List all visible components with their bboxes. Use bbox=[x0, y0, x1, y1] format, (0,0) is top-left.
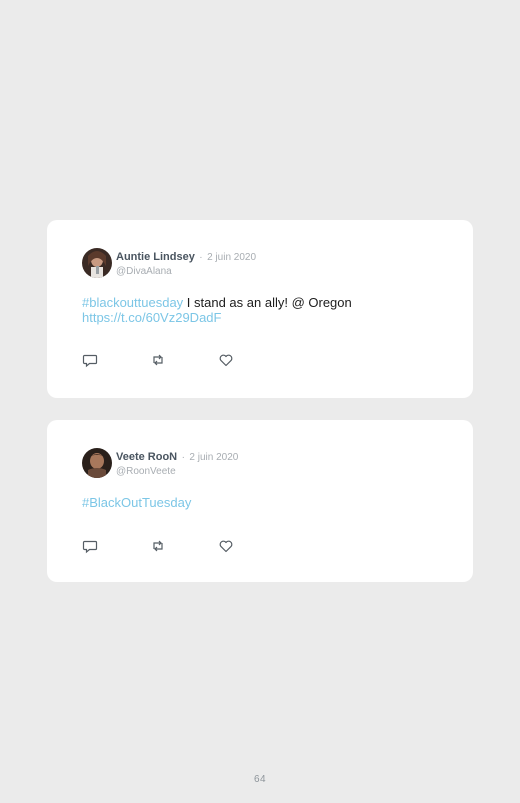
author-handle[interactable]: @RoonVeete bbox=[116, 465, 238, 478]
tweet-header: Auntie Lindsey · 2 juin 2020 @DivaAlana bbox=[116, 249, 256, 278]
page-number: 64 bbox=[253, 774, 267, 785]
tweet-card: Auntie Lindsey · 2 juin 2020 @DivaAlana … bbox=[47, 220, 473, 398]
tweet-date[interactable]: 2 juin 2020 bbox=[207, 252, 256, 263]
hashtag-link[interactable]: #blackouttuesday bbox=[82, 295, 183, 310]
author-name[interactable]: Veete RooN bbox=[116, 451, 177, 463]
tweet-card: Veete RooN · 2 juin 2020 @RoonVeete #Bla… bbox=[47, 420, 473, 582]
avatar[interactable] bbox=[82, 248, 112, 278]
retweet-icon[interactable] bbox=[150, 352, 166, 368]
like-icon[interactable] bbox=[218, 538, 234, 554]
author-handle[interactable]: @DivaAlana bbox=[116, 265, 256, 278]
url-link[interactable]: https://t.co/60Vz29DadF bbox=[82, 310, 221, 325]
reply-icon[interactable] bbox=[82, 538, 98, 554]
tweet-body: I stand as an ally! @ Oregon bbox=[183, 295, 352, 310]
like-icon[interactable] bbox=[218, 352, 234, 368]
avatar[interactable] bbox=[82, 448, 112, 478]
tweet-date[interactable]: 2 juin 2020 bbox=[189, 452, 238, 463]
separator: · bbox=[181, 452, 185, 463]
tweet-header: Veete RooN · 2 juin 2020 @RoonVeete bbox=[116, 449, 238, 478]
separator: · bbox=[199, 252, 203, 263]
tweet-text: #BlackOutTuesday bbox=[82, 495, 442, 510]
author-name[interactable]: Auntie Lindsey bbox=[116, 251, 195, 263]
avatar-image bbox=[82, 248, 112, 278]
hashtag-link[interactable]: #BlackOutTuesday bbox=[82, 495, 191, 510]
avatar-image bbox=[82, 448, 112, 478]
reply-icon[interactable] bbox=[82, 352, 98, 368]
retweet-icon[interactable] bbox=[150, 538, 166, 554]
tweet-text: #blackouttuesday I stand as an ally! @ O… bbox=[82, 295, 442, 325]
